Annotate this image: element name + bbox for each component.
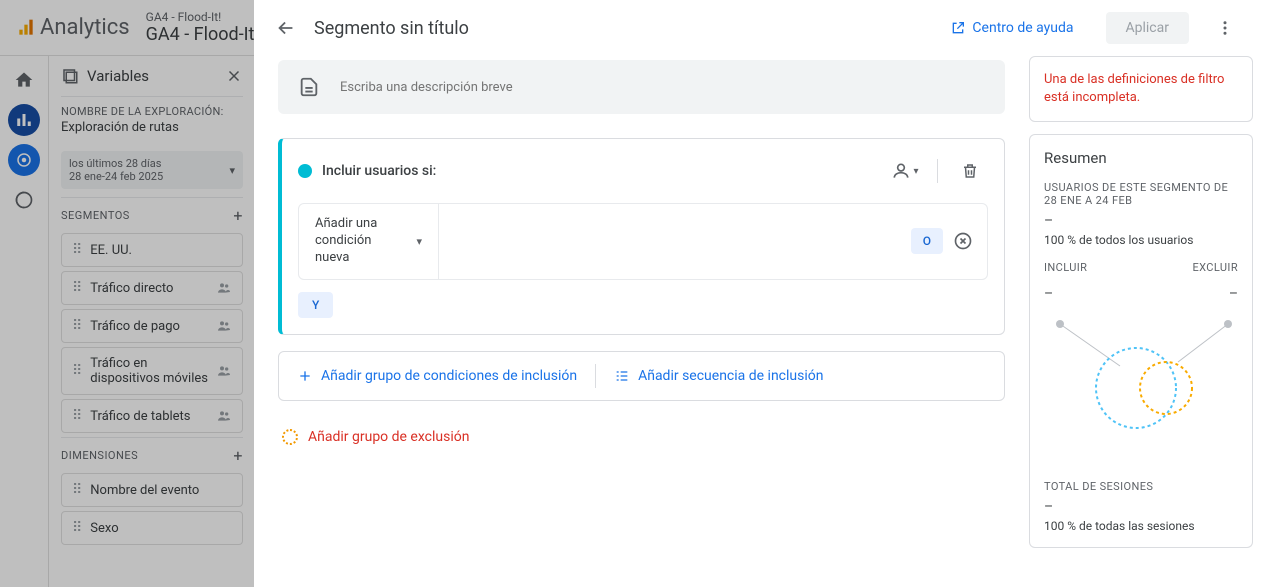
- summary-title: Resumen: [1044, 149, 1238, 167]
- more-vert-icon: [1216, 19, 1234, 37]
- venn-diagram: [1044, 316, 1244, 436]
- chevron-down-icon: ▾: [416, 235, 422, 248]
- remove-condition-button[interactable]: [951, 229, 975, 253]
- summary-panel: Una de las definiciones de filtro está i…: [1029, 56, 1265, 587]
- add-include-row: Añadir grupo de condiciones de inclusión…: [278, 351, 1005, 401]
- sessions-percent: 100 % de todas las sesiones: [1044, 519, 1238, 533]
- segment-builder-modal: Segmento sin título Centro de ayuda Apli…: [254, 0, 1265, 587]
- modal-header: Segmento sin título Centro de ayuda Apli…: [254, 0, 1265, 56]
- apply-button[interactable]: Aplicar: [1106, 12, 1190, 44]
- include-title: Incluir usuarios si:: [322, 163, 877, 179]
- plus-icon: [297, 368, 313, 384]
- users-count: –: [1044, 213, 1238, 229]
- segment-editor: Incluir usuarios si: ▾ Añadir una condic…: [254, 56, 1029, 587]
- scope-selector[interactable]: ▾: [887, 153, 923, 189]
- sequence-icon: [614, 368, 630, 384]
- exclude-label: EXCLUIR: [1192, 261, 1238, 274]
- chevron-down-icon: ▾: [913, 166, 918, 177]
- exclusion-icon: [282, 429, 298, 445]
- include-indicator-icon: [298, 164, 312, 178]
- condition-selector[interactable]: Añadir una condición nueva ▾: [299, 204, 439, 279]
- add-exclusion-group-button[interactable]: Añadir grupo de exclusión: [278, 421, 1005, 453]
- close-circle-icon: [953, 231, 973, 251]
- add-sequence-button[interactable]: Añadir secuencia de inclusión: [596, 356, 841, 396]
- description-row: [278, 60, 1005, 114]
- include-group-card: Incluir usuarios si: ▾ Añadir una condic…: [278, 138, 1005, 335]
- summary-card: Resumen USUARIOS DE ESTE SEGMENTO DE 28 …: [1029, 134, 1253, 466]
- segment-title-input[interactable]: Segmento sin título: [314, 18, 934, 39]
- warning-text: Una de las definiciones de filtro está i…: [1044, 71, 1238, 107]
- or-button[interactable]: O: [911, 228, 943, 254]
- trash-icon: [961, 162, 979, 180]
- condition-row: Añadir una condición nueva ▾ O: [298, 203, 988, 280]
- delete-group-button[interactable]: [952, 153, 988, 189]
- open-in-new-icon: [950, 20, 966, 36]
- help-link[interactable]: Centro de ayuda: [950, 20, 1073, 36]
- sessions-card: TOTAL DE SESIONES – 100 % de todas las s…: [1029, 466, 1253, 548]
- include-label: INCLUIR: [1044, 261, 1087, 274]
- person-icon: [891, 161, 911, 181]
- and-button[interactable]: Y: [298, 292, 333, 318]
- users-label: USUARIOS DE ESTE SEGMENTO DE 28 ENE A 24…: [1044, 181, 1238, 207]
- description-input[interactable]: [340, 80, 985, 95]
- document-icon: [298, 76, 320, 98]
- more-options-button[interactable]: [1205, 8, 1245, 48]
- sessions-count: –: [1044, 499, 1238, 515]
- add-condition-group-button[interactable]: Añadir grupo de condiciones de inclusión: [279, 356, 595, 396]
- warning-card: Una de las definiciones de filtro está i…: [1029, 56, 1253, 122]
- back-button[interactable]: [274, 16, 298, 40]
- users-percent: 100 % de todos los usuarios: [1044, 233, 1238, 247]
- sessions-label: TOTAL DE SESIONES: [1044, 480, 1238, 493]
